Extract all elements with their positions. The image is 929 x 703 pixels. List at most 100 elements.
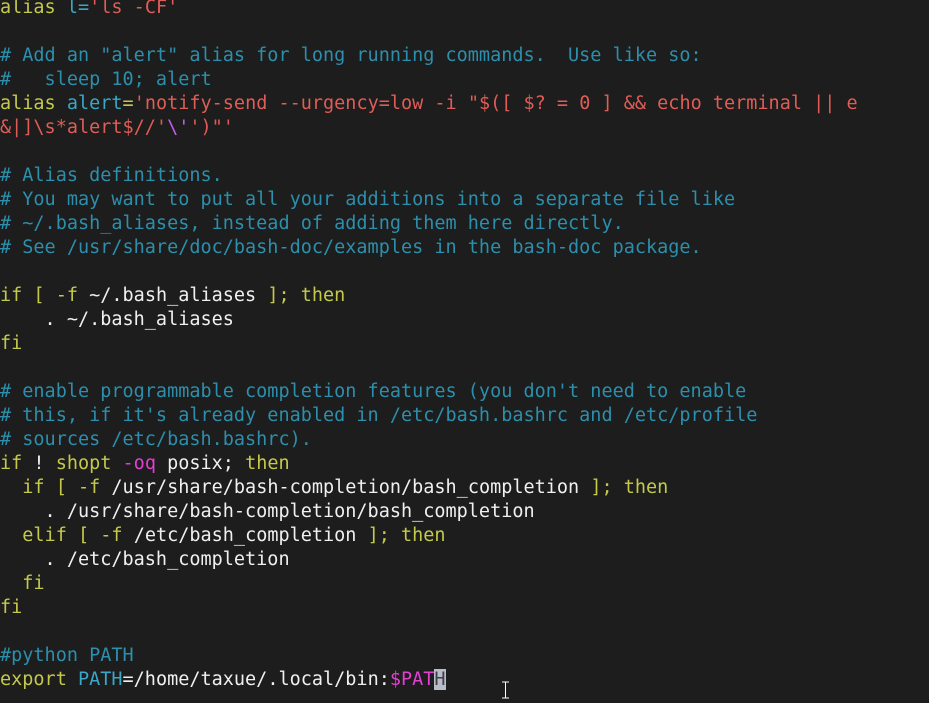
code-line[interactable]: alias alert='notify-send --urgency=low -… (0, 92, 929, 116)
code-token: if (0, 285, 23, 306)
code-line[interactable]: if ! shopt -oq posix; then (0, 452, 929, 476)
code-line[interactable]: # this, if it's already enabled in /etc/… (0, 404, 929, 428)
code-token: -f (77, 477, 101, 498)
code-token: fi (22, 573, 45, 594)
code-token: PATH (77, 669, 123, 690)
code-token: -f (100, 525, 123, 546)
code-token: # sleep 10; alert (0, 69, 212, 90)
code-token: then (401, 525, 446, 546)
code-line[interactable]: # Alias definitions. (0, 164, 929, 188)
code-line[interactable]: &|]\s*alert$//'\'')"' (0, 116, 929, 140)
code-line[interactable]: . /usr/share/bash-completion/bash_comple… (0, 500, 929, 524)
code-token: l (66, 0, 78, 18)
code-token: /usr/share/bash-completion/bash_completi… (111, 477, 580, 498)
code-token: # this, if it's already enabled in /etc/… (0, 405, 758, 426)
code-token: ')"' (189, 117, 234, 138)
code-token: . /usr/share/bash-completion/bash_comple… (0, 501, 535, 522)
code-token: ~/.bash_aliases (89, 285, 257, 306)
code-line[interactable]: if [ -f ~/.bash_aliases ]; then (0, 284, 929, 308)
code-line[interactable] (0, 356, 929, 380)
code-line[interactable]: fi (0, 332, 929, 356)
code-line[interactable]: # Add an "alert" alias for long running … (0, 44, 929, 68)
code-token: then (300, 285, 346, 306)
code-line[interactable]: #python PATH (0, 644, 929, 668)
code-line[interactable]: fi (0, 596, 929, 620)
code-token: ]; (367, 525, 390, 546)
code-line[interactable]: alias l='ls -CF' (0, 0, 929, 20)
code-token: if (22, 477, 45, 498)
code-token: -f (55, 285, 78, 306)
code-token: then (245, 453, 290, 474)
code-line[interactable] (0, 620, 929, 644)
code-line[interactable]: # sleep 10; alert (0, 68, 929, 92)
code-token: # You may want to put all your additions… (0, 189, 736, 210)
code-token: ]; (267, 285, 290, 306)
code-token: alert (66, 93, 123, 114)
code-line[interactable]: # ~/.bash_aliases, instead of adding the… (0, 212, 929, 236)
code-editor-text-area[interactable]: alias l='ls -CF' # Add an "alert" alias … (0, 0, 929, 692)
terminal-window[interactable]: alias l='ls -CF' # Add an "alert" alias … (0, 0, 929, 703)
code-token: # sources /etc/bash.bashrc). (0, 429, 312, 450)
code-token: # enable programmable completion feature… (0, 381, 747, 402)
code-token: fi (0, 597, 23, 618)
code-line[interactable] (0, 140, 929, 164)
code-token: [ (77, 525, 90, 546)
text-cursor: H (434, 669, 446, 690)
code-token: # Add an "alert" alias for long running … (0, 45, 702, 66)
code-token: /etc/bash_completion (133, 525, 357, 546)
code-token: if (0, 453, 23, 474)
code-line[interactable]: fi (0, 572, 929, 596)
code-token: 'notify-send --urgency=low -i "$([ $? = … (133, 93, 858, 114)
code-token: . /etc/bash_completion (0, 549, 290, 570)
code-line[interactable] (0, 20, 929, 44)
code-token: export (0, 669, 67, 690)
code-token: elif (22, 525, 67, 546)
code-token: =/home/taxue/.local/bin: (122, 669, 390, 690)
code-line[interactable] (0, 260, 929, 284)
code-line[interactable]: # You may want to put all your additions… (0, 188, 929, 212)
code-token: then (623, 477, 669, 498)
code-line[interactable]: # sources /etc/bash.bashrc). (0, 428, 929, 452)
code-token: = (77, 0, 90, 18)
code-token: \' (167, 117, 190, 138)
code-line[interactable]: # See /usr/share/doc/bash-doc/examples i… (0, 236, 929, 260)
code-line[interactable]: export PATH=/home/taxue/.local/bin:$PATH (0, 668, 929, 692)
code-line[interactable]: # enable programmable completion feature… (0, 380, 929, 404)
code-line[interactable]: if [ -f /usr/share/bash-completion/bash_… (0, 476, 929, 500)
code-token: 'ls -CF' (89, 0, 179, 18)
code-token: = (122, 93, 134, 114)
code-line[interactable]: . /etc/bash_completion (0, 548, 929, 572)
code-token: # See /usr/share/doc/bash-doc/examples i… (0, 237, 702, 258)
code-line[interactable]: elif [ -f /etc/bash_completion ]; then (0, 524, 929, 548)
code-token: $PAT (389, 669, 435, 690)
code-line[interactable]: . ~/.bash_aliases (0, 308, 929, 332)
code-token: #python PATH (0, 645, 134, 666)
code-token: shopt (55, 453, 112, 474)
code-token: alias (0, 0, 56, 18)
code-token: -oq (122, 453, 156, 474)
